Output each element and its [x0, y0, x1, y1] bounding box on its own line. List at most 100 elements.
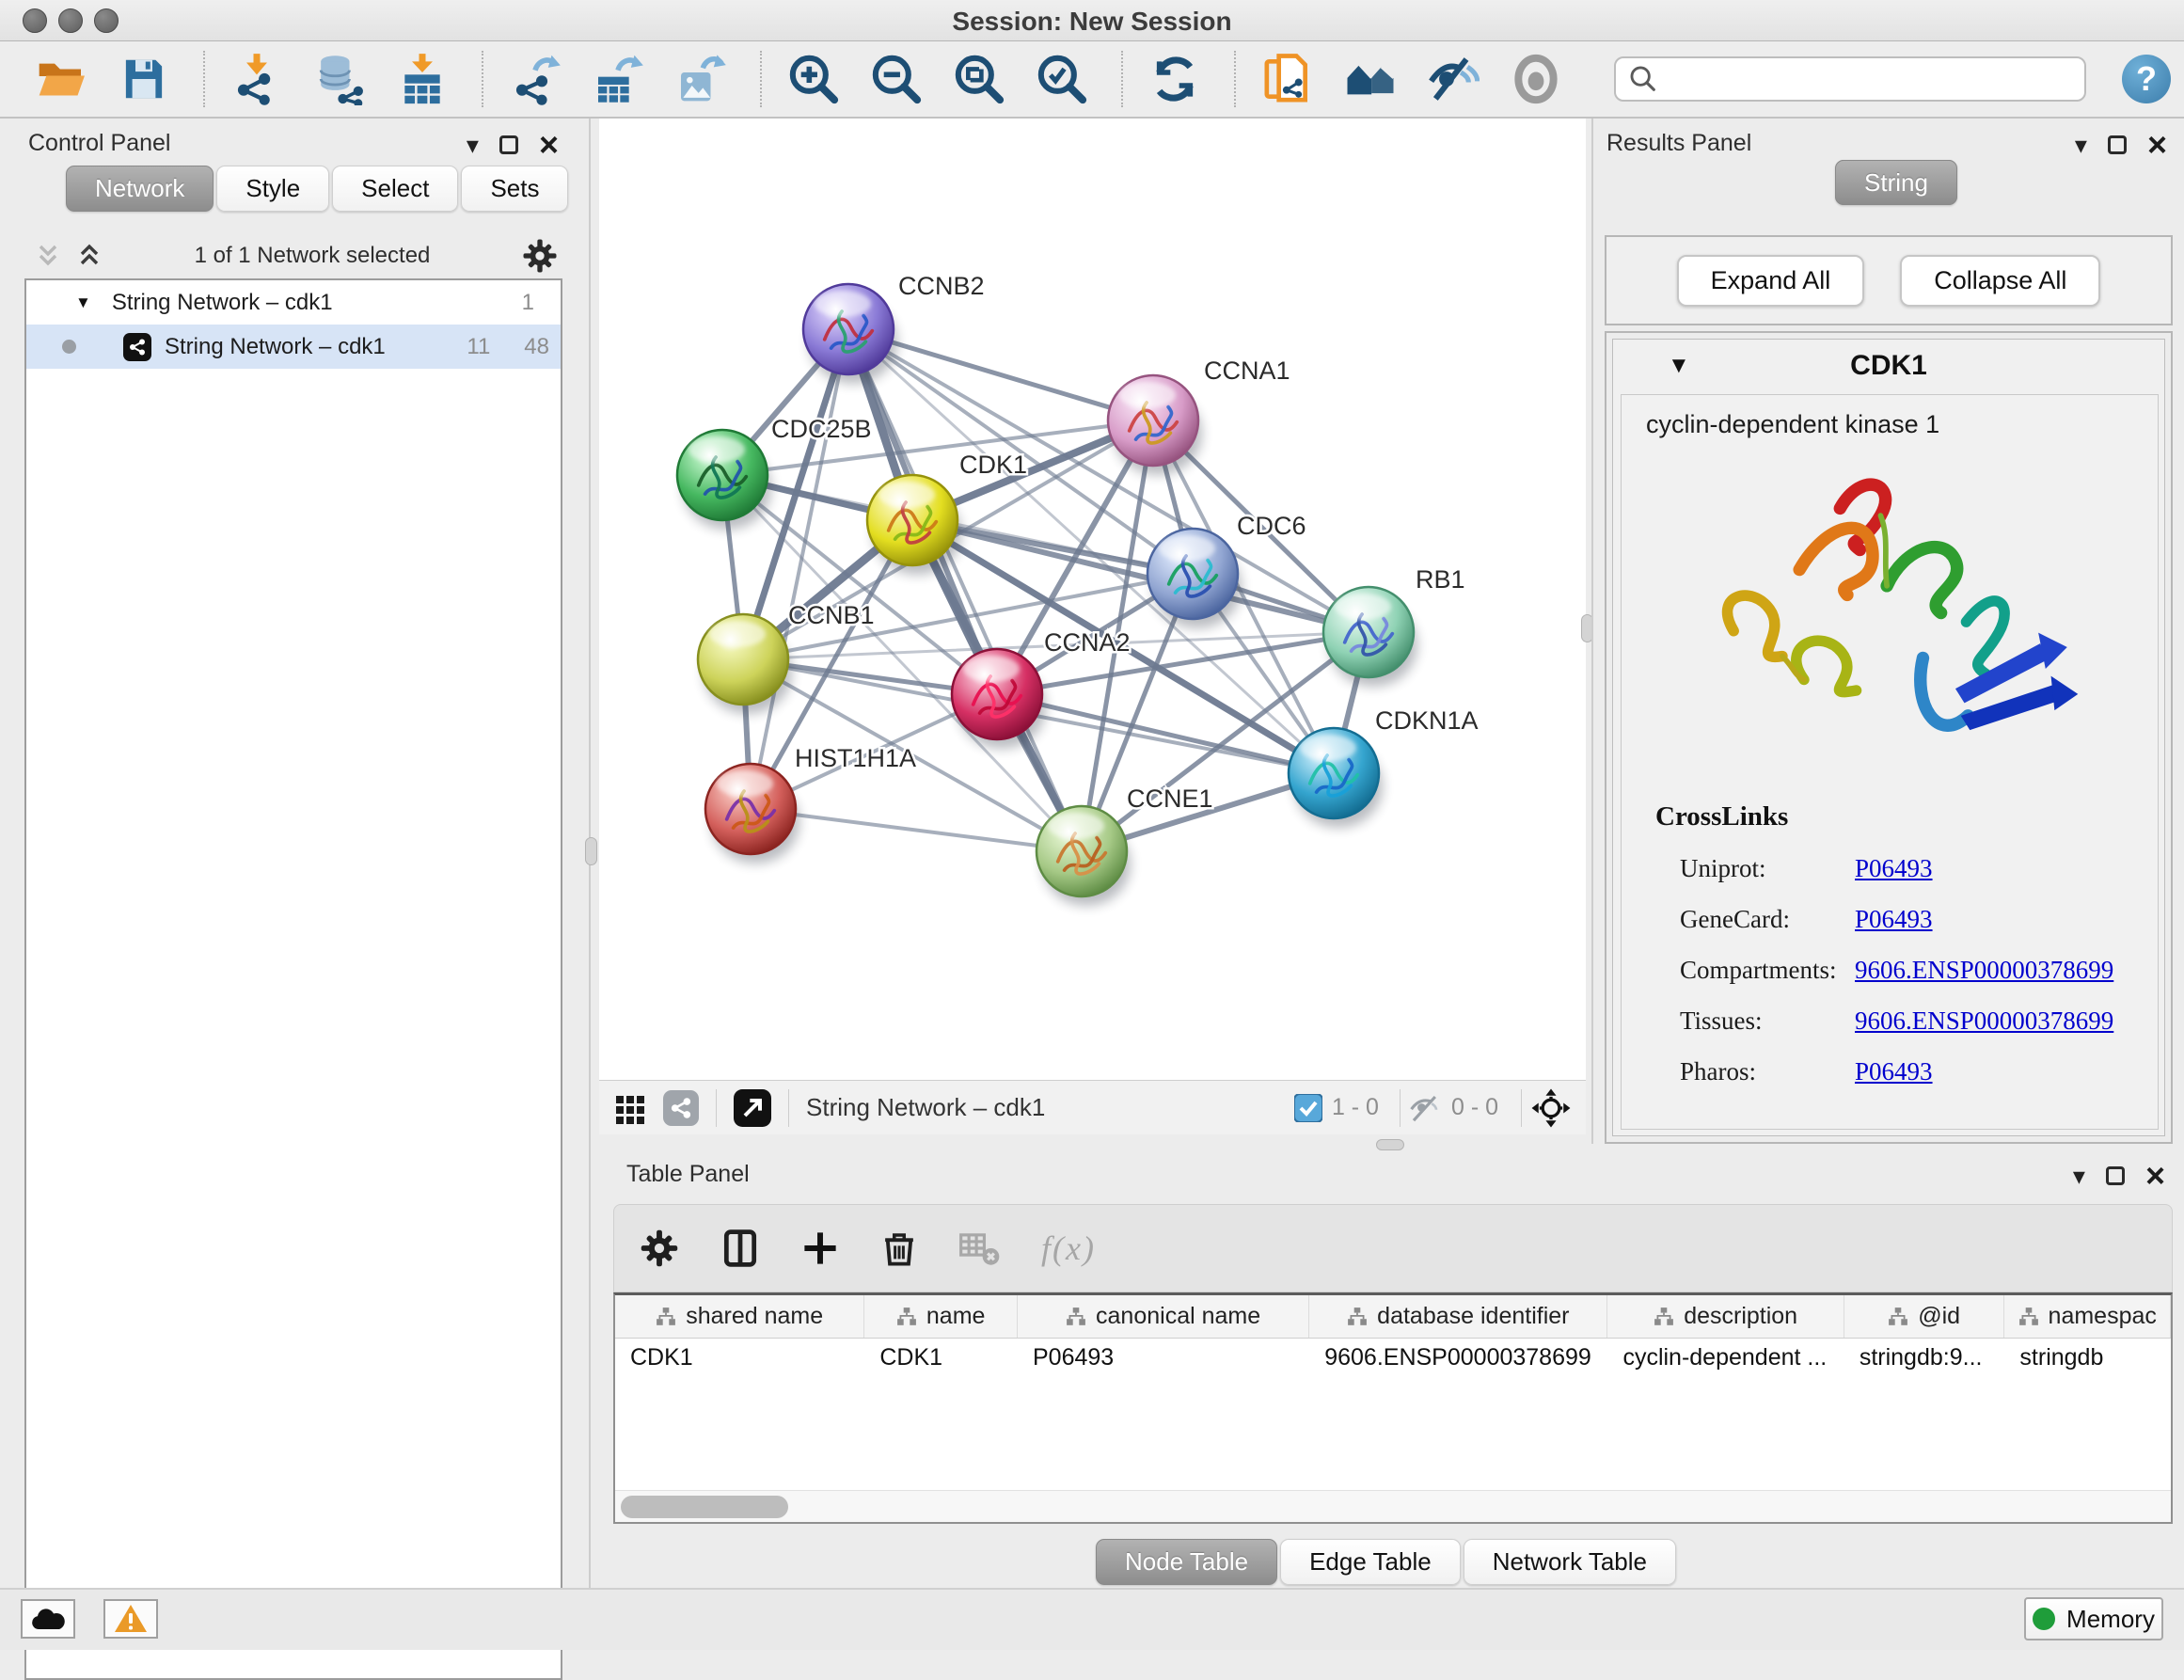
- node-label-CCNB1: CCNB1: [788, 601, 875, 629]
- function-builder-icon[interactable]: f(x): [1041, 1228, 1096, 1268]
- export-image-icon[interactable]: [673, 52, 728, 106]
- crosslink-row: GeneCard:P06493: [1655, 905, 2158, 934]
- node-CCNA1[interactable]: CCNA1: [1108, 357, 1290, 475]
- entry-header[interactable]: ▼ CDK1: [1613, 340, 2164, 392]
- zoom-out-icon[interactable]: [869, 52, 924, 106]
- node-CDC25B[interactable]: CDC25B: [677, 415, 872, 530]
- network-collection-row[interactable]: ▼ String Network – cdk1 1: [26, 280, 561, 325]
- tab-style[interactable]: Style: [216, 166, 329, 212]
- birds-eye-view-icon[interactable]: [614, 1092, 646, 1124]
- control-panel-menu-icon[interactable]: ▾: [467, 133, 479, 157]
- selected-items-checkbox[interactable]: [1294, 1094, 1322, 1122]
- node-HIST1H1A[interactable]: HIST1H1A: [705, 744, 916, 864]
- hide-graphics-details-icon[interactable]: [1426, 52, 1480, 106]
- crosslink-link[interactable]: P06493: [1855, 854, 1933, 883]
- show-home-icon[interactable]: [1343, 52, 1398, 106]
- open-session-icon[interactable]: [34, 52, 88, 106]
- table-hscrollbar[interactable]: [615, 1490, 2171, 1522]
- tab-edge-table[interactable]: Edge Table: [1280, 1539, 1461, 1585]
- table-options-gear-icon[interactable]: [639, 1228, 680, 1269]
- tab-sets[interactable]: Sets: [461, 166, 568, 212]
- horizontal-splitter-handle[interactable]: [1376, 1139, 1404, 1150]
- zoom-fit-content-icon[interactable]: [952, 52, 1006, 106]
- column-header-name[interactable]: name: [864, 1295, 1018, 1338]
- column-header-namespac[interactable]: namespac: [2004, 1295, 2171, 1338]
- warnings-button[interactable]: [103, 1599, 158, 1639]
- table-panel-float-icon[interactable]: [2106, 1166, 2125, 1185]
- column-header--id[interactable]: @id: [1844, 1295, 2005, 1338]
- column-header-canonical-name[interactable]: canonical name: [1018, 1295, 1309, 1338]
- toolbar-separator: [1234, 51, 1236, 107]
- network-share-icon: [123, 333, 151, 361]
- crosslink-link[interactable]: P06493: [1855, 905, 1933, 934]
- control-panel-close-icon[interactable]: ×: [539, 132, 559, 159]
- delete-column-icon[interactable]: [879, 1228, 919, 1268]
- tab-network-table[interactable]: Network Table: [1464, 1539, 1676, 1585]
- apply-layout-icon[interactable]: [1147, 52, 1202, 106]
- expand-all-networks-icon[interactable]: [75, 242, 103, 270]
- collapse-all-button[interactable]: Collapse All: [1900, 255, 2100, 307]
- tab-node-table[interactable]: Node Table: [1096, 1539, 1277, 1585]
- hidden-items-icon[interactable]: [1408, 1091, 1442, 1125]
- node-CCNE1[interactable]: CCNE1: [1037, 785, 1213, 906]
- delete-table-icon[interactable]: [958, 1229, 1002, 1267]
- table-row[interactable]: CDK1CDK1P064939606.ENSP00000378699cyclin…: [615, 1339, 2171, 1376]
- network-graph[interactable]: CCNB2CCNA1CDC25BCDK1CDC6RB1CCNB1CCNA2CDK…: [599, 119, 1586, 1080]
- create-column-icon[interactable]: [800, 1228, 840, 1268]
- network-canvas[interactable]: CCNB2CCNA1CDC25BCDK1CDC6RB1CCNB1CCNA2CDK…: [599, 119, 1586, 1080]
- import-network-from-file-icon[interactable]: [229, 52, 284, 106]
- crosslink-link[interactable]: P06493: [1855, 1057, 1933, 1086]
- help-button[interactable]: ?: [2122, 55, 2171, 103]
- tab-string[interactable]: String: [1835, 160, 1957, 205]
- crosslink-link[interactable]: 9606.ENSP00000378699: [1855, 956, 2113, 985]
- column-header-description[interactable]: description: [1607, 1295, 1844, 1338]
- crosslink-label: Pharos:: [1655, 1057, 1855, 1086]
- node-CCNB2[interactable]: CCNB2: [803, 272, 985, 384]
- memory-button[interactable]: Memory: [2024, 1597, 2163, 1640]
- toolbar-separator: [203, 51, 205, 107]
- results-panel-close-icon[interactable]: ×: [2147, 132, 2167, 159]
- import-table-from-file-icon[interactable]: [395, 52, 450, 106]
- zoom-selected-icon[interactable]: [1035, 52, 1089, 106]
- clone-network-icon[interactable]: [1260, 52, 1315, 106]
- hscrollbar-thumb[interactable]: [621, 1496, 788, 1518]
- edge-HIST1H1A-CCNE1[interactable]: [751, 809, 1082, 851]
- network-options-gear-icon[interactable]: [521, 237, 559, 275]
- table-panel-menu-icon[interactable]: ▾: [2073, 1164, 2085, 1188]
- edge-CCNA2-CDKN1A[interactable]: [997, 694, 1334, 773]
- save-session-icon[interactable]: [117, 52, 171, 106]
- results-panel: Results Panel ▾ × String Expand All Coll…: [1591, 119, 2184, 1144]
- tab-network[interactable]: Network: [66, 166, 214, 212]
- collection-expander-icon[interactable]: ▼: [75, 293, 91, 312]
- control-panel-float-icon[interactable]: [499, 135, 518, 154]
- search-input[interactable]: [1659, 65, 2064, 94]
- results-panel-menu-icon[interactable]: ▾: [2075, 133, 2087, 157]
- collapse-all-networks-icon[interactable]: [34, 242, 62, 270]
- node-CDKN1A[interactable]: CDKN1A: [1289, 706, 1479, 828]
- node-CCNB1[interactable]: CCNB1: [698, 601, 875, 714]
- tab-select[interactable]: Select: [332, 166, 458, 212]
- node-RB1[interactable]: RB1: [1323, 565, 1465, 687]
- network-row[interactable]: String Network – cdk1 11 48: [26, 325, 561, 369]
- import-network-from-database-icon[interactable]: [312, 52, 367, 106]
- network-selection-status: 1 of 1 Network selected: [103, 243, 521, 269]
- pan-crosshair-icon[interactable]: [1531, 1088, 1571, 1128]
- cloud-status-button[interactable]: [21, 1599, 75, 1639]
- zoom-in-icon[interactable]: [786, 52, 841, 106]
- column-header-database-identifier[interactable]: database identifier: [1309, 1295, 1607, 1338]
- left-splitter-handle[interactable]: [585, 837, 597, 865]
- export-network-icon[interactable]: [508, 52, 562, 106]
- edge-CCNB2-CCNE1[interactable]: [848, 329, 1082, 851]
- open-external-icon[interactable]: [734, 1089, 771, 1127]
- network-share-badge-icon[interactable]: [663, 1090, 699, 1126]
- table-panel-close-icon[interactable]: ×: [2145, 1163, 2165, 1190]
- edge-CCNB2-HIST1H1A[interactable]: [751, 329, 848, 809]
- column-header-shared-name[interactable]: shared name: [615, 1295, 864, 1338]
- expand-all-button[interactable]: Expand All: [1677, 255, 1865, 307]
- entry-expander-icon[interactable]: ▼: [1668, 353, 1690, 379]
- results-panel-float-icon[interactable]: [2108, 135, 2127, 154]
- export-table-icon[interactable]: [591, 52, 645, 106]
- show-columns-icon[interactable]: [720, 1228, 761, 1269]
- show-graphics-details-icon[interactable]: [1509, 52, 1563, 106]
- crosslink-link[interactable]: 9606.ENSP00000378699: [1855, 1006, 2113, 1036]
